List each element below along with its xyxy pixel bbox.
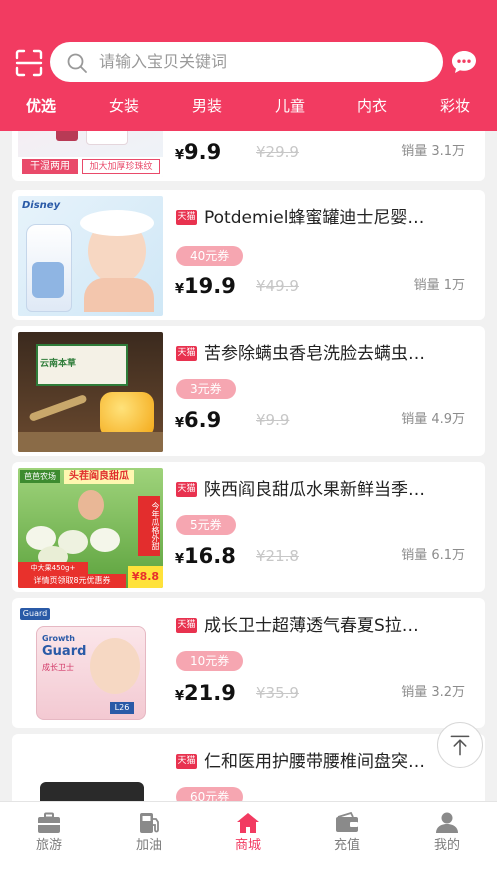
product-image: 芭芭农场 头茬阎良甜瓜 今年瓜格外甜 中大果450g+ 详情页领取8元优惠券 ¥… <box>18 468 163 588</box>
product-title: 仁和医用护腰带腰椎间盘突… <box>204 752 425 772</box>
tmall-badge: 天猫 <box>176 618 197 633</box>
product-card[interactable]: Disney 天猫 Potdemiel蜂蜜罐迪士尼婴… 40元券 ¥19.9 ¥… <box>12 190 485 320</box>
thumb-label: 头茬阎良甜瓜 <box>64 470 134 484</box>
sales-count: 销量 1万 <box>413 278 465 293</box>
person-icon <box>436 812 458 833</box>
sales-count: 销量 3.2万 <box>401 685 465 700</box>
coupon-badge: 5元券 <box>176 515 236 535</box>
message-icon[interactable] <box>451 50 477 74</box>
nav-fuel[interactable]: 加油 <box>114 812 184 854</box>
app-header: 请输入宝贝关键词 优选 女装 男装 儿童 内衣 彩妆 <box>0 0 497 131</box>
fuel-pump-icon <box>140 813 159 833</box>
product-title: 陕西阎良甜瓜水果新鲜当季… <box>204 480 425 500</box>
nav-travel[interactable]: 旅游 <box>14 812 84 854</box>
nav-recharge[interactable]: 充值 <box>312 812 382 854</box>
product-price: ¥9.9 <box>175 140 222 164</box>
category-tabs: 优选 女装 男装 儿童 内衣 彩妆 <box>0 94 497 120</box>
product-list: 干湿两用 加大加厚珍珠纹 ¥9.9 ¥29.9 销量 3.1万 Disney 天… <box>0 131 497 801</box>
original-price: ¥29.9 <box>256 143 299 161</box>
tmall-badge: 天猫 <box>176 210 197 225</box>
nav-mall[interactable]: 商城 <box>213 812 283 854</box>
thumb-label: 成长卫士 <box>42 663 74 672</box>
tab-youxuan[interactable]: 优选 <box>11 94 71 118</box>
sales-count: 销量 3.1万 <box>401 144 465 159</box>
thumb-label: 今年瓜格外甜 <box>138 496 160 556</box>
search-bar[interactable]: 请输入宝贝关键词 <box>50 42 443 82</box>
original-price: ¥35.9 <box>256 684 299 702</box>
product-image: 干湿两用 加大加厚珍珠纹 <box>18 131 163 177</box>
product-image: Disney <box>18 196 163 316</box>
scan-icon[interactable] <box>14 48 44 78</box>
product-card[interactable]: 芭芭农场 头茬阎良甜瓜 今年瓜格外甜 中大果450g+ 详情页领取8元优惠券 ¥… <box>12 462 485 592</box>
thumb-label: Growth <box>42 634 75 643</box>
suitcase-icon <box>38 812 60 833</box>
product-price: ¥21.9 <box>175 681 236 705</box>
tmall-badge: 天猫 <box>176 346 197 361</box>
sales-count: 销量 4.9万 <box>401 412 465 427</box>
back-to-top-button[interactable] <box>437 722 483 768</box>
search-icon <box>67 53 87 73</box>
coupon-badge: 40元券 <box>176 246 244 266</box>
product-image: Guard Growth Guard 成长卫士 L26 <box>18 604 163 724</box>
home-icon <box>237 813 259 833</box>
brand-logo: 云南本草 <box>40 359 77 369</box>
product-title: 苦参除螨虫香皂洗脸去螨虫… <box>204 344 425 364</box>
product-image: 云南本草 <box>18 332 163 452</box>
tab-mens[interactable]: 男装 <box>177 94 237 118</box>
original-price: ¥21.8 <box>256 547 299 565</box>
thumb-label: 干湿两用 <box>22 159 78 174</box>
brand-logo: Guard <box>20 608 50 620</box>
product-title: Potdemiel蜂蜜罐迪士尼婴… <box>204 208 425 228</box>
thumb-label: Guard <box>42 644 87 659</box>
coupon-badge: 10元券 <box>176 651 244 671</box>
brand-logo: Disney <box>22 200 61 211</box>
product-price: ¥19.9 <box>175 274 236 298</box>
tab-makeup[interactable]: 彩妆 <box>425 94 485 118</box>
product-image <box>18 740 163 801</box>
thumb-label: ¥8.8 <box>128 566 163 588</box>
wallet-icon <box>336 812 358 832</box>
tab-kids[interactable]: 儿童 <box>260 94 320 118</box>
original-price: ¥9.9 <box>256 411 290 429</box>
tab-underwear[interactable]: 内衣 <box>342 94 402 118</box>
nav-mine[interactable]: 我的 <box>412 812 482 854</box>
product-title: 成长卫士超薄透气春夏S拉… <box>204 616 419 636</box>
sales-count: 销量 6.1万 <box>401 548 465 563</box>
tmall-badge: 天猫 <box>176 754 197 769</box>
product-card[interactable]: 干湿两用 加大加厚珍珠纹 ¥9.9 ¥29.9 销量 3.1万 <box>12 131 485 181</box>
search-input[interactable]: 请输入宝贝关键词 <box>99 51 227 73</box>
coupon-badge: 3元券 <box>176 379 236 399</box>
original-price: ¥49.9 <box>256 277 299 295</box>
thumb-label: 加大加厚珍珠纹 <box>82 159 160 174</box>
product-price: ¥6.9 <box>175 408 222 432</box>
tab-womens[interactable]: 女装 <box>94 94 154 118</box>
thumb-label: 详情页领取8元优惠券 <box>18 574 126 588</box>
product-card[interactable]: 天猫 仁和医用护腰带腰椎间盘突… 60元券 <box>12 734 485 801</box>
thumb-label: 中大果450g+ <box>18 562 88 574</box>
product-price: ¥16.8 <box>175 544 236 568</box>
coupon-badge: 60元券 <box>176 787 244 801</box>
thumb-label: 芭芭农场 <box>20 470 60 483</box>
bottom-tab-bar: 旅游 加油 商城 充值 我的 <box>0 801 497 883</box>
tmall-badge: 天猫 <box>176 482 197 497</box>
thumb-label: L26 <box>110 702 134 714</box>
arrow-up-icon <box>450 735 470 756</box>
product-card[interactable]: Guard Growth Guard 成长卫士 L26 天猫 成长卫士超薄透气春… <box>12 598 485 728</box>
product-card[interactable]: 云南本草 天猫 苦参除螨虫香皂洗脸去螨虫… 3元券 ¥6.9 ¥9.9 销量 4… <box>12 326 485 456</box>
